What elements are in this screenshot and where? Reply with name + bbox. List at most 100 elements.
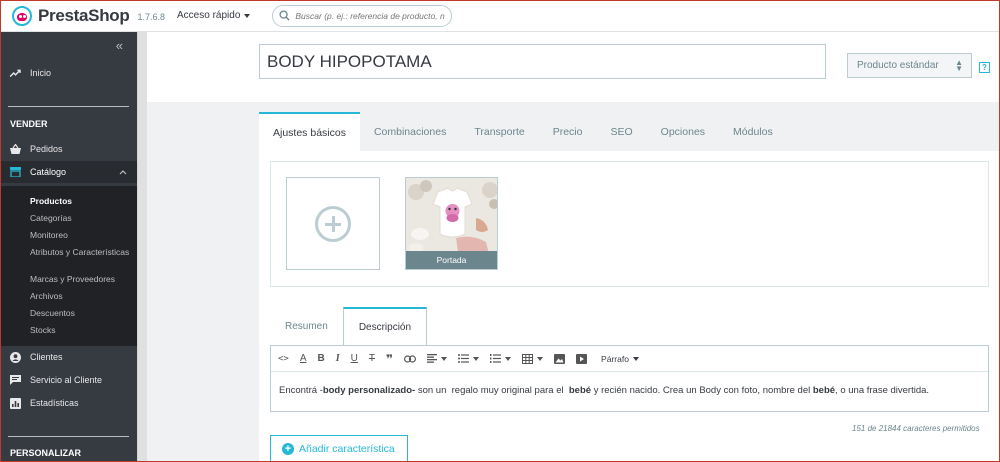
bar-chart-icon [10,397,21,409]
add-feature-label: Añadir característica [299,443,395,455]
sidebar-item-home[interactable]: Inicio [0,60,137,86]
search-input[interactable] [295,10,446,21]
tab-options[interactable]: Opciones [647,112,719,151]
caret-down-icon [441,356,448,361]
quick-access-label: Acceso rápido [177,10,241,21]
editor-toolbar: <> A B I U T ❞ Párrafo [271,346,988,372]
underline-icon[interactable]: U [351,351,358,367]
align-left-icon [427,354,438,363]
submenu-item-stocks[interactable]: Stocks [30,325,130,335]
tab-pricing[interactable]: Precio [539,112,597,151]
chevron-up-icon [119,167,127,177]
add-feature-button[interactable]: + Añadir característica [270,435,408,462]
sidebar-item-stats[interactable]: Estadísticas [0,392,137,414]
submenu-item-discounts[interactable]: Descuentos [30,308,130,318]
sidebar-lower: Clientes Servicio al Cliente Estadística… [0,346,137,462]
search-box[interactable] [272,4,453,27]
description-content[interactable]: Encontrá -body personalizado- son un reg… [279,385,929,396]
sidebar-scrollbar[interactable] [137,32,147,462]
plus-circle-icon: + [282,443,294,455]
product-name-field[interactable]: BODY HIPOPOTAMA [259,44,826,79]
quote-icon[interactable]: ❞ [386,351,393,367]
description-text: Encontrá - [279,385,323,396]
collapse-sidebar-icon[interactable]: « [116,38,123,53]
align-dropdown[interactable] [427,351,448,367]
description-text: y recién nacido. Crea un Body con foto, … [591,385,813,396]
sidebar-item-label: Pedidos [30,144,63,154]
tab-summary[interactable]: Resumen [270,307,343,345]
sidebar-divider [8,436,129,437]
sidebar-item-label: Clientes [30,352,63,362]
bullet-list-dropdown[interactable] [458,351,480,367]
version-label: 1.7.6.8 [137,12,166,22]
prestashop-logo[interactable]: PrestaShop [12,5,130,26]
sidebar-item-catalog[interactable]: Catálogo [0,161,137,183]
text-color-icon[interactable]: A [300,351,307,367]
caret-down-icon [632,356,639,361]
table-icon [522,353,534,364]
media-icon[interactable] [576,351,588,367]
sidebar-item-label: Catálogo [30,167,67,177]
description-bold-text: body personalizado- [322,385,416,396]
numbered-list-icon [490,354,502,363]
tab-description[interactable]: Descripción [342,307,428,346]
user-circle-icon [10,351,21,363]
tab-basic-settings[interactable]: Ajustes básicos [259,112,360,151]
quick-access-dropdown[interactable]: Acceso rápido [177,10,251,21]
chat-icon [10,375,21,386]
section-customize-title: PERSONALIZAR [10,448,82,458]
submenu-item-categories[interactable]: Categorías [30,213,130,223]
help-icon[interactable]: ? [979,62,990,73]
plus-circle-icon [315,205,351,242]
strikethrough-icon[interactable]: T [369,351,375,367]
search-icon [279,10,290,21]
add-image-button[interactable] [286,177,380,270]
store-icon [10,167,21,178]
product-image-thumbnail[interactable]: Portada [405,177,498,270]
submenu-item-attributes[interactable]: Atributos y Características [30,247,130,257]
sidebar-item-label: Inicio [30,68,52,78]
tab-modules[interactable]: Módulos [719,112,787,151]
description-text: , o una frase divertida. [835,385,930,396]
description-text: son un regalo muy original para el [415,385,569,396]
character-counter: 151 de 21844 caracteres permitidos [852,424,980,433]
sidebar-item-customers[interactable]: Clientes [0,346,137,368]
submenu-item-files[interactable]: Archivos [30,291,130,301]
caret-down-icon [537,356,544,361]
logo-text: PrestaShop [38,5,130,25]
submenu-item-brands[interactable]: Marcas y Proveedores [30,274,130,284]
catalog-submenu: Productos Categorías Monitoreo Atributos… [0,186,137,346]
sidebar-item-orders[interactable]: Pedidos [0,138,137,160]
italic-icon[interactable]: I [336,351,340,367]
paragraph-format-dropdown[interactable]: Párrafo [601,354,639,364]
image-icon[interactable] [554,351,566,367]
table-dropdown[interactable] [522,351,544,367]
caret-down-icon [244,13,251,18]
product-type-value: Producto estándar [857,60,939,71]
link-icon[interactable] [404,351,417,367]
section-sell-title: VENDER [10,119,48,129]
source-code-icon[interactable]: <> [278,351,289,367]
sidebar-item-label: Estadísticas [30,398,79,408]
bold-icon[interactable]: B [318,351,325,367]
sidebar-item-customer-service[interactable]: Servicio al Cliente [0,369,137,391]
product-type-select[interactable]: Producto estándar ▲ ▼ [847,53,972,78]
tab-shipping[interactable]: Transporte [460,112,538,151]
description-bold-text: bebé [812,385,836,396]
caret-down-icon [505,356,512,361]
product-tabs: Ajustes básicos Combinaciones Transporte… [259,112,787,152]
caret-down-icon [473,356,480,361]
description-editor[interactable]: <> A B I U T ❞ Párrafo Encontrá -body pe… [270,345,989,412]
description-tabs: Resumen Descripción [270,307,428,346]
sidebar-divider [8,106,129,107]
submenu-item-products[interactable]: Productos [30,196,130,206]
tab-seo[interactable]: SEO [596,112,646,151]
bullet-list-icon [458,354,470,363]
paragraph-format-label: Párrafo [601,353,629,364]
description-bold-text: bebé [568,385,592,396]
puffin-logo-icon [12,5,32,26]
numbered-list-dropdown[interactable] [490,351,512,367]
submenu-item-monitoring[interactable]: Monitoreo [30,230,130,240]
tab-combinations[interactable]: Combinaciones [360,112,460,151]
sidebar-item-label: Servicio al Cliente [30,375,103,385]
